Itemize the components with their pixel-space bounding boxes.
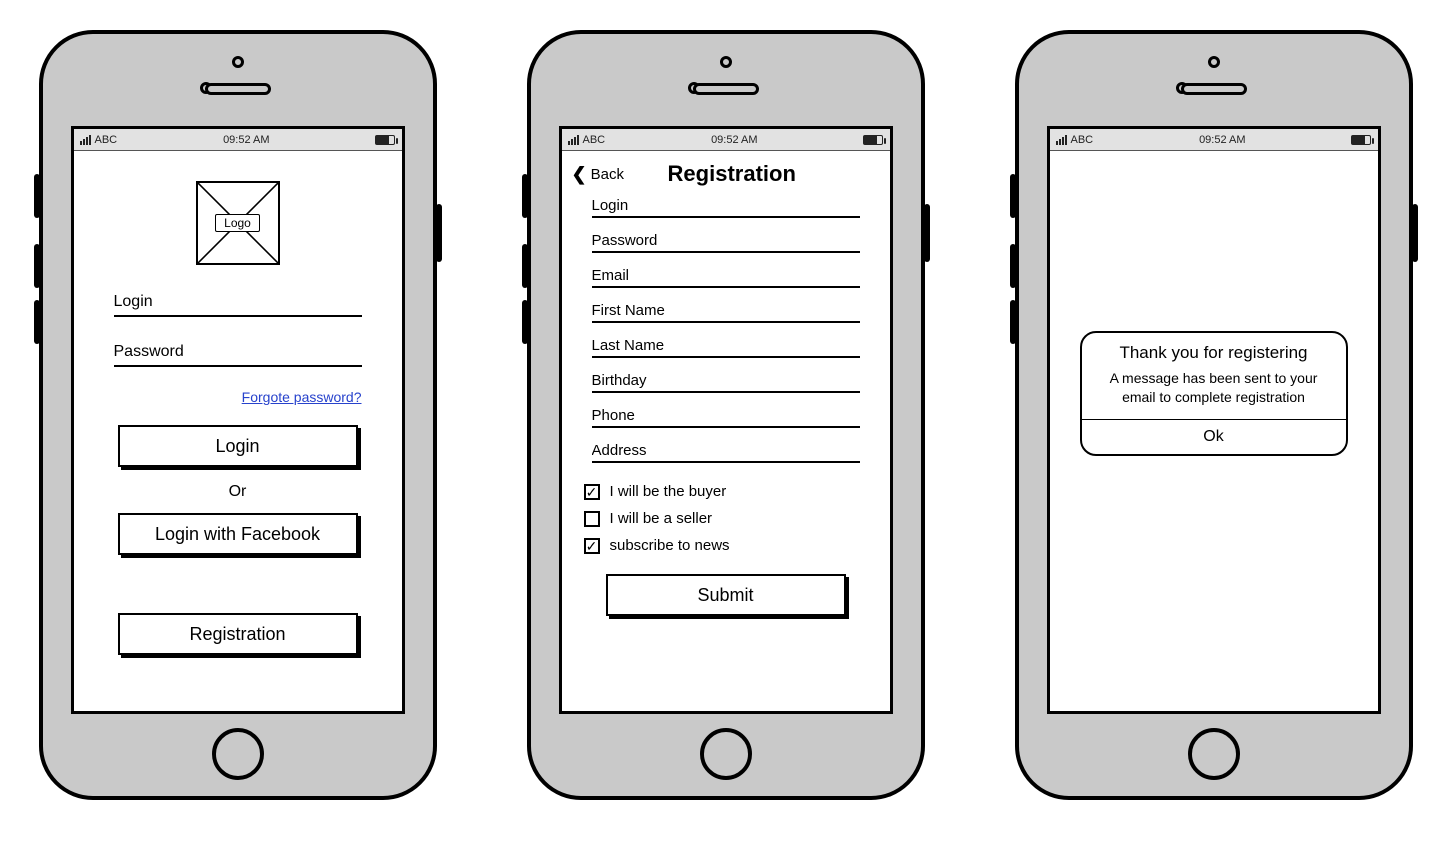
checkbox-icon: ✓ [584, 538, 600, 554]
time-label: 09:52 AM [1199, 134, 1245, 146]
checkbox-news-label: subscribe to news [610, 537, 730, 554]
phone-frame-confirm: ABC 09:52 AM Thank you for registering A… [1015, 30, 1413, 800]
dialog-title: Thank you for registering [1082, 333, 1346, 369]
status-bar: ABC 09:52 AM [1050, 129, 1378, 151]
reg-login-input[interactable] [592, 195, 860, 218]
home-button-icon [212, 728, 264, 780]
status-bar: ABC 09:52 AM [562, 129, 890, 151]
camera-icon [720, 56, 732, 68]
back-button[interactable]: ❮ Back [572, 164, 624, 185]
signal-icon [80, 135, 91, 145]
speaker-icon [693, 83, 759, 95]
time-label: 09:52 AM [223, 134, 269, 146]
screen-confirm: ABC 09:52 AM Thank you for registering A… [1047, 126, 1381, 714]
camera-icon [232, 56, 244, 68]
battery-icon [863, 135, 883, 145]
checkbox-icon: ✓ [584, 484, 600, 500]
logo-placeholder: Logo [196, 181, 280, 265]
or-divider: Or [74, 483, 402, 501]
registration-button[interactable]: Registration [118, 613, 358, 655]
time-label: 09:52 AM [711, 134, 757, 146]
reg-lastname-input[interactable] [592, 335, 860, 358]
reg-password-input[interactable] [592, 230, 860, 253]
speaker-icon [1181, 83, 1247, 95]
home-button-icon [700, 728, 752, 780]
checkbox-buyer-label: I will be the buyer [610, 483, 727, 500]
carrier-label: ABC [1071, 134, 1094, 146]
logo-label: Logo [215, 214, 260, 232]
submit-button[interactable]: Submit [606, 574, 846, 616]
reg-email-input[interactable] [592, 265, 860, 288]
signal-icon [568, 135, 579, 145]
confirmation-dialog: Thank you for registering A message has … [1080, 331, 1348, 456]
screen-login: ABC 09:52 AM Logo [71, 126, 405, 714]
carrier-label: ABC [95, 134, 118, 146]
password-input[interactable] [114, 339, 362, 367]
camera-icon [1208, 56, 1220, 68]
forgot-password-link[interactable]: Forgote password? [242, 389, 362, 405]
reg-birthday-input[interactable] [592, 370, 860, 393]
checkbox-news[interactable]: ✓ subscribe to news [584, 537, 868, 554]
registration-title: Registration [632, 161, 832, 187]
signal-icon [1056, 135, 1067, 145]
phone-frame-login: ABC 09:52 AM Logo [39, 30, 437, 800]
battery-icon [1351, 135, 1371, 145]
status-bar: ABC 09:52 AM [74, 129, 402, 151]
home-button-icon [1188, 728, 1240, 780]
checkbox-seller-label: I will be a seller [610, 510, 713, 527]
reg-address-input[interactable] [592, 440, 860, 463]
carrier-label: ABC [583, 134, 606, 146]
dialog-ok-button[interactable]: Ok [1082, 419, 1346, 454]
checkbox-seller[interactable]: I will be a seller [584, 510, 868, 527]
speaker-icon [205, 83, 271, 95]
login-input[interactable] [114, 289, 362, 317]
back-label: Back [591, 166, 624, 183]
checkbox-buyer[interactable]: ✓ I will be the buyer [584, 483, 868, 500]
checkbox-icon [584, 511, 600, 527]
dialog-message: A message has been sent to your email to… [1082, 369, 1346, 419]
reg-phone-input[interactable] [592, 405, 860, 428]
chevron-left-icon: ❮ [572, 164, 587, 185]
battery-icon [375, 135, 395, 145]
phone-frame-registration: ABC 09:52 AM ❮ Back Registration [527, 30, 925, 800]
screen-registration: ABC 09:52 AM ❮ Back Registration [559, 126, 893, 714]
login-facebook-button[interactable]: Login with Facebook [118, 513, 358, 555]
login-button[interactable]: Login [118, 425, 358, 467]
reg-firstname-input[interactable] [592, 300, 860, 323]
